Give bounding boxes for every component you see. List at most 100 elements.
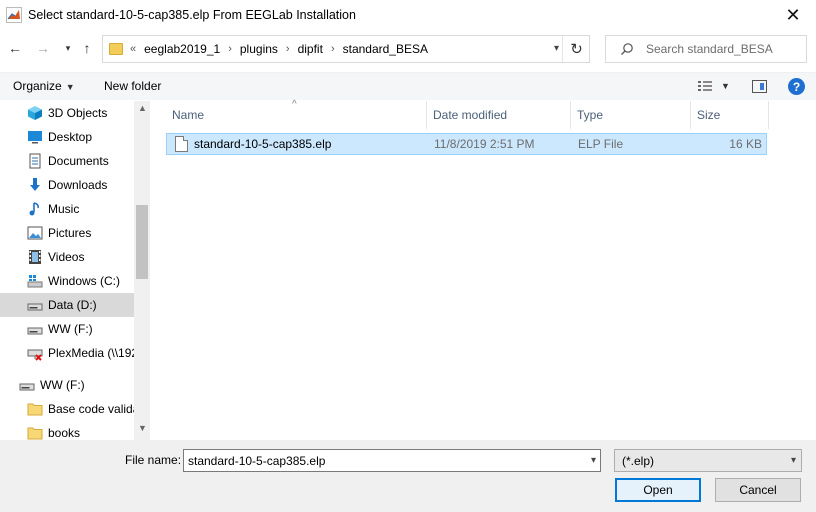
sidebar-item-label: Pictures [48,226,92,240]
scrollbar-thumb[interactable] [136,205,148,279]
file-type-filter-value: (*.elp) [622,454,655,468]
sidebar-item-label: Videos [48,250,85,264]
folder-icon [109,43,123,55]
cancel-button[interactable]: Cancel [715,478,801,502]
sidebar-item-music[interactable]: Music [0,197,134,221]
breadcrumb-item[interactable]: standard_BESA [343,42,428,56]
sidebar-item-downloads[interactable]: Downloads [0,173,134,197]
file-name-input[interactable]: standard-10-5-cap385.elp ▾ [183,449,601,472]
sidebar-item-pictures[interactable]: Pictures [0,221,134,245]
sort-ascending-icon: ^ [292,99,297,110]
sidebar-item-windows-c[interactable]: Windows (C:) [0,269,134,293]
forward-arrow-icon[interactable]: → [33,38,53,58]
organize-button[interactable]: Organize ▼ [13,79,75,93]
file-type: ELP File [578,137,624,151]
sidebar-item-data-d[interactable]: Data (D:) [0,293,134,317]
title-bar: Select standard-10-5-cap385.elp From EEG… [0,0,816,30]
navigation-bar: ← → ▾ ↑ « eeglab2019_1 › plugins › dipfi… [0,32,816,66]
recent-locations-chevron-down-icon[interactable]: ▾ [58,38,78,58]
close-icon[interactable]: ✕ [770,0,816,30]
refresh-icon[interactable]: ↻ [562,36,590,62]
search-icon [620,42,634,56]
breadcrumb-item[interactable]: dipfit [298,42,323,56]
back-arrow-icon[interactable]: ← [5,38,25,58]
column-divider[interactable] [570,101,571,129]
sidebar-item-label: Windows (C:) [48,274,121,288]
command-toolbar: Organize ▼ New folder ▼ ? [0,72,816,100]
file-name-label: File name: [125,453,182,467]
breadcrumb-item[interactable]: plugins [240,42,278,56]
column-header-date-modified[interactable]: Date modified [433,101,507,129]
folder-icon [27,425,43,440]
sidebar-scrollbar[interactable]: ▲ ▼ [134,101,150,440]
chevron-down-icon: ▼ [65,82,75,92]
videos-icon [27,249,43,265]
sidebar-item-label: PlexMedia (\\192 [48,346,134,360]
preview-pane-icon[interactable] [752,80,767,93]
breadcrumb-item[interactable]: eeglab2019_1 [144,42,220,56]
file-size: 16 KB [729,137,762,151]
breadcrumb-overflow[interactable]: « [130,43,136,55]
chevron-down-icon[interactable]: ▼ [138,423,147,433]
dialog-footer: File name: standard-10-5-cap385.elp ▾ (*… [0,440,816,512]
sidebar-item-plexmedia[interactable]: PlexMedia (\\192 [0,341,134,365]
open-button[interactable]: Open [615,478,701,502]
music-icon [27,201,43,217]
sidebar-item-ww-f-root[interactable]: WW (F:) [0,373,134,397]
chevron-down-icon[interactable]: ▾ [791,455,796,466]
search-input[interactable]: Search standard_BESA [646,42,773,56]
windows-drive-icon [27,273,43,289]
file-name-value: standard-10-5-cap385.elp [188,454,326,468]
sidebar-item-base-code[interactable]: Base code valida [0,397,134,421]
column-divider[interactable] [768,101,769,129]
help-icon[interactable]: ? [788,78,805,95]
window-title: Select standard-10-5-cap385.elp From EEG… [28,8,356,22]
file-type-filter-select[interactable]: (*.elp) ▾ [614,449,802,472]
address-bar[interactable]: « eeglab2019_1 › plugins › dipfit › stan… [102,35,590,63]
chevron-down-icon[interactable]: ▼ [721,81,730,91]
file-row[interactable]: standard-10-5-cap385.elp 11/8/2019 2:51 … [166,133,767,155]
sidebar-item-label: Downloads [48,178,108,192]
chevron-right-icon[interactable]: › [331,43,335,55]
pictures-icon [27,225,43,241]
file-date-modified: 11/8/2019 2:51 PM [434,137,535,151]
sidebar-item-desktop[interactable]: Desktop [0,125,134,149]
sidebar-item-label: WW (F:) [48,322,93,336]
navigation-pane[interactable]: 3D Objects Desktop Documents Downloads M… [0,101,150,440]
network-drive-disconnected-icon [27,345,43,361]
sidebar-item-3d-objects[interactable]: 3D Objects [0,101,134,125]
sidebar-item-label: Data (D:) [48,298,97,312]
up-arrow-icon[interactable]: ↑ [77,38,97,58]
matlab-app-icon [6,7,22,23]
sidebar-item-label: Base code valida [48,402,134,416]
new-folder-button[interactable]: New folder [104,79,161,93]
chevron-right-icon[interactable]: › [228,43,232,55]
drive-icon [27,321,43,337]
view-options-icon[interactable] [697,79,715,96]
sidebar-item-books[interactable]: books [0,421,134,440]
address-history-chevron-down-icon[interactable]: ▾ [554,43,559,54]
column-divider[interactable] [426,101,427,129]
chevron-down-icon[interactable]: ▾ [591,455,596,466]
3d-objects-icon [27,105,43,121]
file-icon [175,136,188,152]
sidebar-item-label: Music [48,202,80,216]
chevron-right-icon[interactable]: › [286,43,290,55]
column-header-size[interactable]: Size [697,101,720,129]
sidebar-item-ww-f[interactable]: WW (F:) [0,317,134,341]
downloads-icon [27,177,43,193]
sidebar-item-label: WW (F:) [40,378,85,392]
search-box[interactable]: Search standard_BESA [605,35,807,63]
sidebar-item-label: Desktop [48,130,93,144]
file-list[interactable]: Name ^ Date modified Type Size standard-… [152,99,816,440]
sidebar-item-videos[interactable]: Videos [0,245,134,269]
chevron-up-icon[interactable]: ▲ [138,103,147,113]
column-header-type[interactable]: Type [577,101,603,129]
sidebar-item-documents[interactable]: Documents [0,149,134,173]
organize-label: Organize [13,79,62,93]
file-name: standard-10-5-cap385.elp [194,137,332,151]
column-header-name[interactable]: Name [172,101,204,129]
drive-icon [27,297,43,313]
column-divider[interactable] [690,101,691,129]
drive-icon [19,377,35,393]
